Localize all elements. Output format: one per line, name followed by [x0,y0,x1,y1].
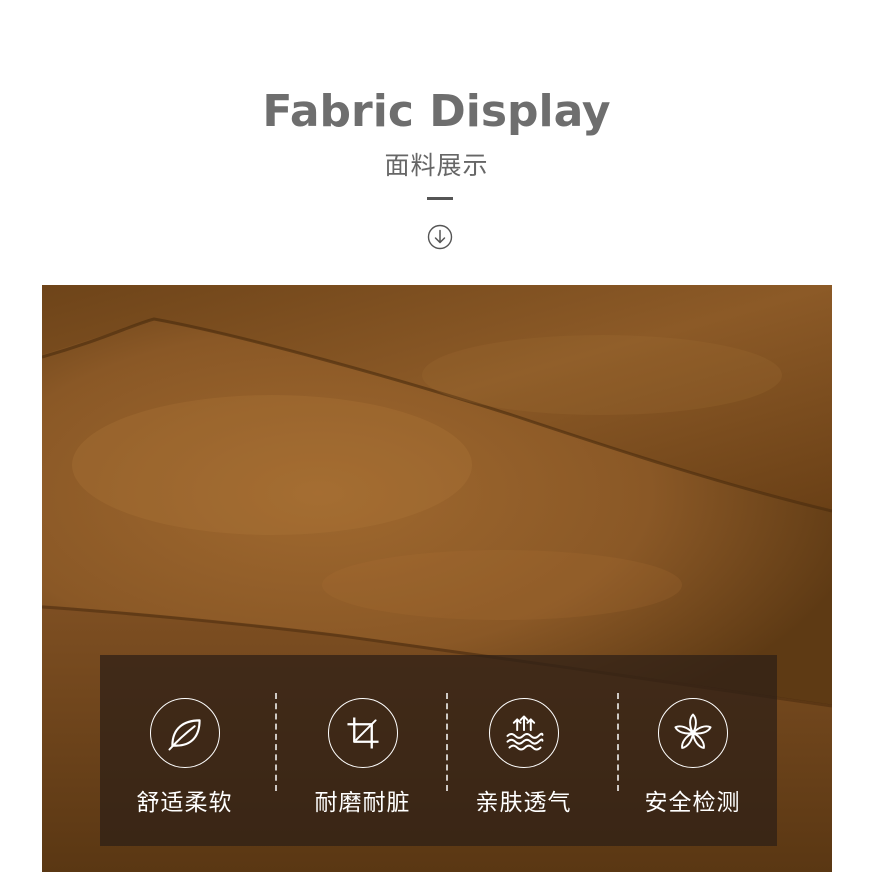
crop-icon [346,717,379,749]
feature-label: 耐磨耐脏 [314,790,411,816]
feature-label: 舒适柔软 [136,790,233,816]
feature-breathable: 亲肤透气 [439,655,608,846]
leaf-icon [167,719,201,751]
page-title: Fabric Display [262,86,611,137]
features-panel: 舒适柔软 耐磨耐脏 亲肤透气 安全检测 [100,655,777,846]
feature-durable: 耐磨耐脏 [278,655,447,846]
feature-comfort: 舒适柔软 [100,655,269,846]
flower-icon [673,713,712,749]
breathable-waves-icon [506,715,543,751]
arrow-down-circle-icon [427,224,453,250]
feature-label: 亲肤透气 [475,790,572,816]
title-divider [427,197,453,200]
page-subtitle: 面料展示 [384,151,489,180]
feature-label: 安全检测 [644,790,741,816]
feature-safety: 安全检测 [608,655,777,846]
feature-divider [275,693,277,791]
